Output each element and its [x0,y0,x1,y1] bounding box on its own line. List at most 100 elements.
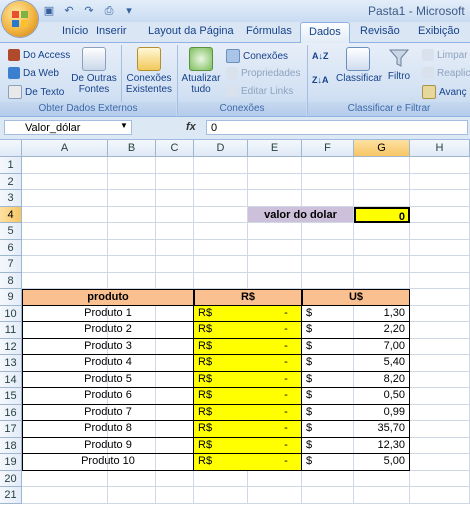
product-name-cell[interactable]: Produto 9 [22,437,194,454]
cell[interactable] [22,157,108,174]
column-header-f[interactable]: F [302,140,354,157]
clear-button[interactable]: Limpar [422,49,468,61]
other-sources-button[interactable]: De Outras Fontes [70,47,118,95]
row-header-2[interactable]: 2 [0,173,22,190]
cell[interactable] [248,157,302,174]
cell[interactable] [410,355,470,372]
column-header-e[interactable]: E [248,140,302,157]
cell[interactable] [302,487,354,504]
cell[interactable] [410,338,470,355]
cell[interactable] [22,470,108,487]
cell[interactable] [248,190,302,207]
dollar-rate-cell[interactable]: 0 [354,206,410,223]
row-header-4[interactable]: 4 [0,206,22,223]
row-header-17[interactable]: 17 [0,421,22,438]
cell[interactable] [410,470,470,487]
product-name-cell[interactable]: Produto 5 [22,371,194,388]
properties-button[interactable]: Propriedades [226,67,300,79]
cell[interactable] [156,173,194,190]
customize-icon[interactable]: ▾ [122,4,136,18]
row-header-11[interactable]: 11 [0,322,22,339]
cell[interactable] [156,157,194,174]
cell[interactable] [194,239,248,256]
cell[interactable] [194,206,248,223]
cell[interactable] [354,190,410,207]
cell[interactable] [410,206,470,223]
cell[interactable] [410,190,470,207]
column-header-c[interactable]: C [156,140,194,157]
cell[interactable] [156,487,194,504]
sort-az-icon[interactable]: A↓Z [312,51,329,61]
cell[interactable] [302,173,354,190]
redo-icon[interactable]: ↷ [82,4,96,18]
cell[interactable] [410,305,470,322]
select-all-button[interactable] [0,140,22,157]
row-header-21[interactable]: 21 [0,487,22,504]
cell[interactable] [302,470,354,487]
cell[interactable] [194,487,248,504]
from-access-button[interactable]: Do Access [8,49,70,61]
cell[interactable] [354,487,410,504]
cell[interactable] [248,223,302,240]
usd-value-cell[interactable]: 35,70 [354,421,410,438]
sort-button[interactable]: Classificar [336,47,382,84]
usd-value-cell[interactable]: 0,99 [354,404,410,421]
cell[interactable] [248,173,302,190]
row-header-14[interactable]: 14 [0,371,22,388]
product-name-cell[interactable]: Produto 7 [22,404,194,421]
tab-dados[interactable]: Dados [300,22,350,45]
name-box-dropdown-icon[interactable]: ▼ [120,121,128,130]
product-name-cell[interactable]: Produto 6 [22,388,194,405]
cell[interactable] [302,272,354,289]
column-header-b[interactable]: B [108,140,156,157]
cell[interactable] [194,256,248,273]
cell[interactable] [194,272,248,289]
connections-button[interactable]: Conexões [226,49,288,63]
cell[interactable] [108,190,156,207]
product-name-cell[interactable]: Produto 3 [22,338,194,355]
tab-layout[interactable]: Layout da Página [148,25,234,37]
column-header-d[interactable]: D [194,140,248,157]
from-web-button[interactable]: Da Web [8,67,59,79]
cell[interactable] [108,157,156,174]
row-header-18[interactable]: 18 [0,437,22,454]
row-header-5[interactable]: 5 [0,223,22,240]
cell[interactable] [410,223,470,240]
cell[interactable] [354,173,410,190]
row-header-10[interactable]: 10 [0,305,22,322]
cell[interactable] [22,239,108,256]
cell[interactable] [410,404,470,421]
cell[interactable] [410,239,470,256]
product-name-cell[interactable]: Produto 1 [22,305,194,322]
tab-inicio[interactable]: Início [62,25,88,37]
tab-exibicao[interactable]: Exibição [418,25,460,37]
cell[interactable] [156,239,194,256]
cell[interactable] [22,272,108,289]
reapply-button[interactable]: Reaplic [422,67,470,79]
cell[interactable] [354,256,410,273]
cell[interactable] [156,470,194,487]
row-header-6[interactable]: 6 [0,239,22,256]
sort-za-icon[interactable]: Z↓A [312,75,329,85]
cell[interactable] [248,470,302,487]
cell[interactable] [108,239,156,256]
refresh-all-button[interactable]: Atualizar tudo [180,47,222,95]
row-header-3[interactable]: 3 [0,190,22,207]
usd-value-cell[interactable]: 0,50 [354,388,410,405]
cell[interactable] [108,173,156,190]
formula-input[interactable]: 0 [206,120,468,135]
cell[interactable] [302,157,354,174]
cell[interactable] [248,272,302,289]
usd-value-cell[interactable]: 12,30 [354,437,410,454]
cell[interactable] [410,437,470,454]
tab-inserir[interactable]: Inserir [96,25,127,37]
from-text-button[interactable]: De Texto [8,85,64,99]
cell[interactable] [248,487,302,504]
tab-formulas[interactable]: Fórmulas [246,25,292,37]
cell[interactable] [22,256,108,273]
cell[interactable] [354,272,410,289]
cell[interactable] [156,190,194,207]
cell[interactable] [410,487,470,504]
cell[interactable] [410,173,470,190]
existing-connections-button[interactable]: Conexões Existentes [124,47,174,95]
